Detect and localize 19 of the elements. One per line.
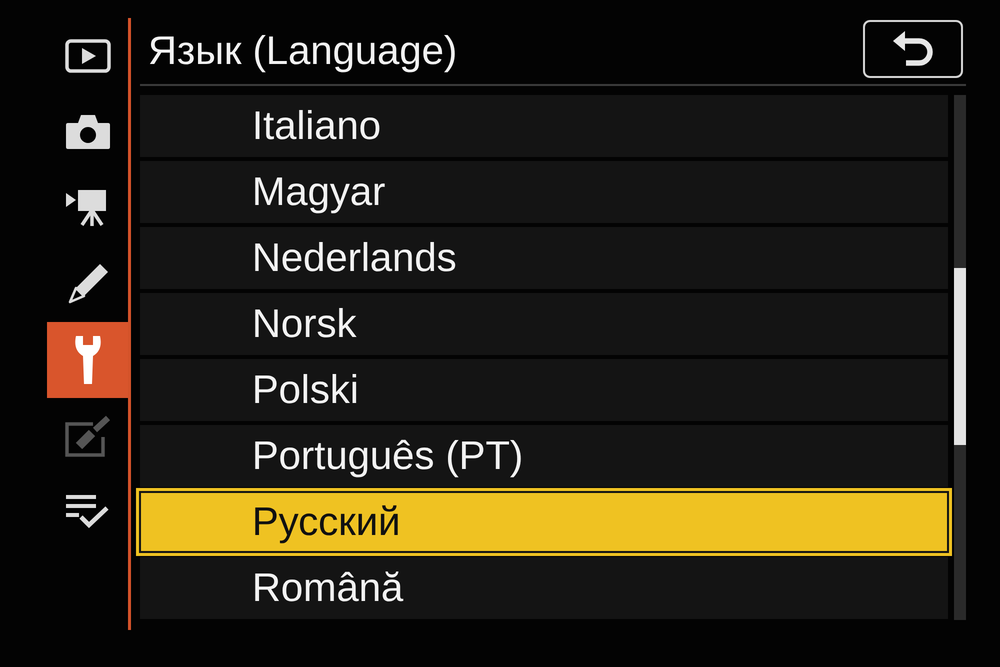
language-option[interactable]: Magyar: [140, 161, 948, 223]
brush-icon: [65, 415, 110, 457]
language-option[interactable]: Română: [140, 557, 948, 619]
language-option[interactable]: Português (PT): [140, 425, 948, 487]
language-option[interactable]: Nederlands: [140, 227, 948, 289]
back-button[interactable]: [863, 20, 963, 78]
language-option[interactable]: Italiano: [140, 95, 948, 157]
checklist-icon: [66, 495, 110, 529]
pencil-icon: [66, 263, 108, 305]
language-option[interactable]: Polski: [140, 359, 948, 421]
back-arrow-icon: [893, 30, 933, 68]
scrollbar[interactable]: [954, 95, 966, 620]
language-option[interactable]: Русский: [136, 488, 952, 556]
language-option[interactable]: Norsk: [140, 293, 948, 355]
camera-icon: [66, 115, 110, 149]
scrollbar-thumb[interactable]: [954, 268, 966, 445]
screen-title: Язык (Language): [148, 28, 458, 74]
playback-icon: [64, 39, 110, 73]
wrench-icon: [74, 335, 102, 385]
